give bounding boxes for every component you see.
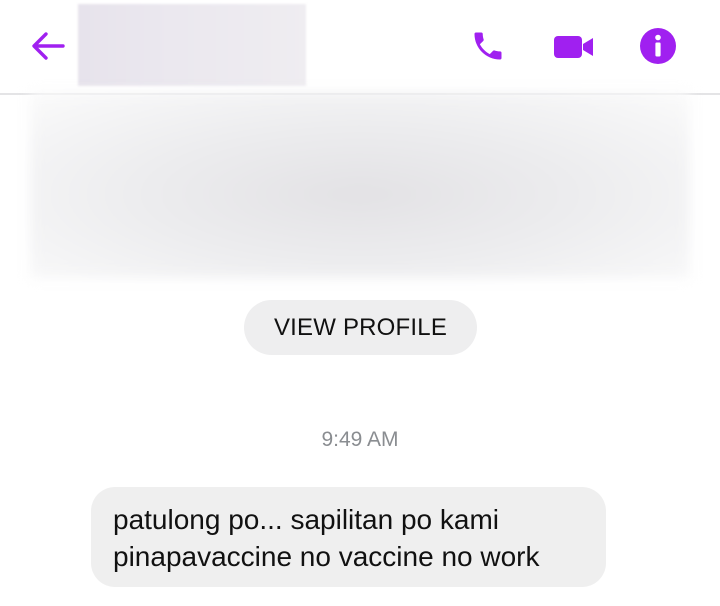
message-text: patulong po... sapilitan po kami pinapav… [113,504,540,572]
contact-name-redacted [78,4,306,86]
chat-header [0,0,720,95]
video-camera-icon [554,36,593,58]
message-timestamp: 9:49 AM [321,428,399,451]
back-button[interactable] [26,26,70,66]
info-icon [640,28,676,64]
info-button[interactable] [636,24,680,68]
messenger-chat-screen: VIEW PROFILE 9:49 AM patulong po... sapi… [0,0,720,606]
phone-icon [474,32,502,60]
view-profile-button[interactable]: VIEW PROFILE [244,300,477,355]
voice-call-button[interactable] [466,24,510,68]
video-call-button[interactable] [552,24,596,68]
incoming-message-bubble[interactable]: patulong po... sapilitan po kami pinapav… [91,487,606,587]
arrow-left-icon [32,32,65,60]
profile-photo-redacted [30,92,690,278]
